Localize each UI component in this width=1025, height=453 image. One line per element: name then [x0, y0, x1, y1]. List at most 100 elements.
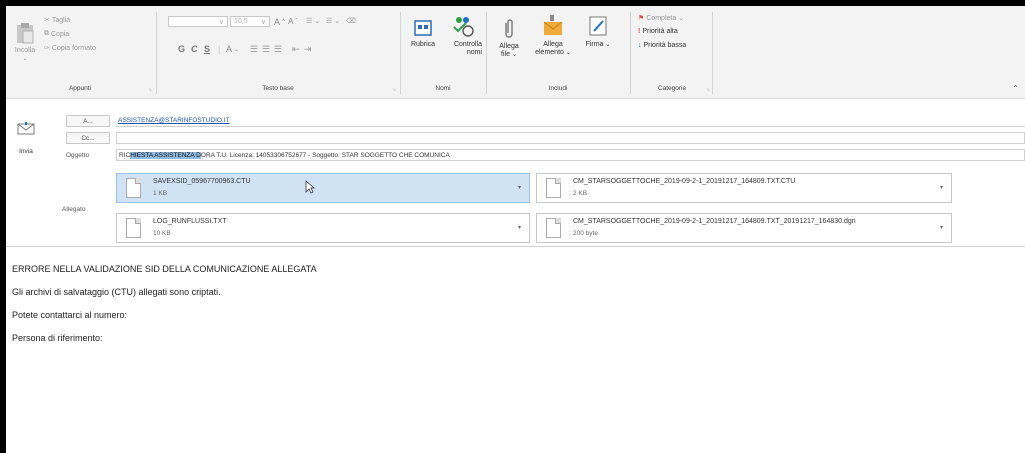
- indent-icon: ⇥: [304, 44, 312, 54]
- bold-button[interactable]: G: [178, 44, 185, 54]
- chevron-down-icon[interactable]: ▾: [940, 224, 943, 231]
- clipboard-group: Incolla ⌄ ✂ Taglia ⧉ Copia ✑ Copia formato …: [6, 8, 154, 94]
- followup-button[interactable]: ⚑ Completa ⌄: [638, 14, 684, 23]
- chevron-down-icon[interactable]: ▾: [518, 184, 521, 191]
- arrow-down-icon: ↓: [638, 42, 642, 49]
- mouse-cursor-icon: [305, 180, 315, 194]
- send-button[interactable]: Invia: [14, 118, 38, 160]
- launcher-icon[interactable]: ⌞: [149, 85, 152, 92]
- align-center-icon: ☰: [262, 44, 271, 54]
- exclamation-icon: !: [638, 28, 641, 35]
- chevron-down-icon: ∨: [218, 18, 224, 26]
- attach-file-button[interactable]: Allega file ⌄: [494, 18, 524, 59]
- file-icon: [126, 178, 141, 198]
- attach-item-button[interactable]: Allega elemento ⌄: [532, 14, 574, 57]
- shrink-font-button[interactable]: Aˇ: [288, 17, 297, 26]
- paste-icon: [17, 23, 34, 44]
- increase-indent-button[interactable]: ⇥: [304, 44, 312, 55]
- file-icon: [126, 218, 141, 238]
- eraser-icon: ⌫: [346, 18, 356, 25]
- check-names-button[interactable]: Controlla nomi: [442, 14, 484, 57]
- body-line: ERRORE NELLA VALIDAZIONE SID DELLA COMUN…: [12, 264, 317, 274]
- file-icon: [546, 218, 561, 238]
- basic-text-group-label: Testo base: [262, 85, 294, 92]
- bullets-button[interactable]: ☰ ⌄: [306, 17, 320, 25]
- paperclip-icon: [505, 19, 513, 38]
- chevron-down-icon: ∨: [260, 18, 266, 26]
- grow-font-button[interactable]: A ^: [274, 17, 285, 27]
- footer-area: [6, 427, 1025, 453]
- address-book-icon: [414, 20, 432, 36]
- attachment-item[interactable]: SAVEXSID_05967700963.CTU 1 KB ▾: [116, 173, 530, 203]
- outdent-icon: ⇤: [292, 44, 300, 54]
- divider: [712, 12, 713, 94]
- align-center-button[interactable]: ☰: [262, 44, 270, 55]
- copy-button[interactable]: ⧉ Copia: [44, 30, 69, 38]
- font-color-button[interactable]: A ⌄: [226, 44, 239, 54]
- envelope-attach-icon: [543, 15, 563, 35]
- names-group-label: Nomi: [435, 85, 451, 92]
- clear-formatting-button[interactable]: ⌫: [346, 17, 356, 25]
- chevron-down-icon[interactable]: ▾: [940, 184, 943, 191]
- cc-button[interactable]: Cc...: [66, 132, 110, 144]
- numbered-list-icon: ☰: [326, 18, 333, 25]
- divider: |: [218, 44, 221, 54]
- divider: [630, 12, 631, 94]
- copy-icon: ⧉: [44, 30, 49, 37]
- italic-button[interactable]: C: [191, 44, 198, 54]
- attachments-label: Allegato: [62, 206, 86, 213]
- include-group-label: Includi: [548, 85, 568, 92]
- subject-selection: HIESTA ASSISTENZA D: [130, 151, 201, 159]
- chevron-down-icon[interactable]: ⌄: [12, 55, 38, 63]
- file-icon: [546, 178, 561, 198]
- to-field[interactable]: ASSISTENZA@STARINFOSTUDIO.IT: [116, 115, 1025, 127]
- bullet-list-icon: ☰: [306, 18, 313, 25]
- tags-group-label: Categorie: [657, 85, 687, 92]
- font-name-select[interactable]: ∨: [168, 16, 228, 27]
- flag-icon: ⚑: [638, 15, 645, 22]
- basic-text-group: ∨ 10,5 ∨ A ^ Aˇ ☰ ⌄ ☰ ⌄ ⌫ G C S | A ⌄ ☰ ☰ ☰ …: [158, 8, 398, 94]
- align-left-icon: ☰: [250, 44, 259, 54]
- paste-button[interactable]: Incolla ⌄: [12, 22, 38, 63]
- body-line: Gli archivi di salvataggio (CTU) allegat…: [12, 287, 221, 297]
- align-right-button[interactable]: ☰: [274, 44, 282, 55]
- include-group: Allega file ⌄ Allega elemento ⌄ Firma ⌄: [488, 8, 628, 94]
- attachment-item[interactable]: CM_STARSOGGETTOCHE_2019-09-2-1_20191217_…: [536, 173, 952, 203]
- chevron-down-icon[interactable]: ▾: [518, 224, 521, 231]
- names-group: Rubrica Controlla nomi Nomi: [402, 8, 484, 94]
- subject-field[interactable]: RIC HIESTA ASSISTENZA D ORA T.U. Licenza: …: [116, 149, 1025, 161]
- launcher-icon[interactable]: ⌞: [393, 85, 396, 92]
- font-size-select[interactable]: 10,5 ∨: [230, 16, 270, 27]
- high-priority-button[interactable]: ! Priorità alta: [638, 28, 678, 35]
- brush-icon: ✑: [44, 45, 50, 52]
- body-line: Potete contattarci al numero:: [12, 310, 128, 320]
- signature-icon: [589, 16, 607, 36]
- address-book-button[interactable]: Rubrica: [404, 18, 442, 49]
- divider: [400, 12, 401, 94]
- align-left-button[interactable]: ☰: [250, 44, 258, 55]
- send-envelope-icon: [17, 122, 35, 135]
- decrease-indent-button[interactable]: ⇤: [292, 44, 300, 55]
- collapse-ribbon-icon[interactable]: ⌃: [1012, 84, 1019, 93]
- attachment-item[interactable]: LOG_RUNFLUSSI.TXT 10 KB ▾: [116, 213, 530, 243]
- low-priority-button[interactable]: ↓ Priorità bassa: [638, 42, 686, 49]
- align-right-icon: ☰: [274, 44, 283, 54]
- scissors-icon: ✂: [44, 17, 50, 24]
- numbering-button[interactable]: ☰ ⌄: [326, 17, 340, 25]
- message-body[interactable]: ERRORE NELLA VALIDAZIONE SID DELLA COMUN…: [6, 247, 1025, 427]
- clipboard-group-label: Appunti: [68, 85, 92, 92]
- to-button[interactable]: A...: [66, 115, 110, 127]
- format-painter-button[interactable]: ✑ Copia formato: [44, 44, 96, 53]
- attachment-item[interactable]: CM_STARSOGGETTOCHE_2019-09-2-1_20191217_…: [536, 213, 952, 243]
- compose-window: Incolla ⌄ ✂ Taglia ⧉ Copia ✑ Copia formato …: [6, 6, 1025, 453]
- underline-button[interactable]: S: [204, 44, 210, 54]
- cc-field[interactable]: [116, 132, 1025, 144]
- ribbon: Incolla ⌄ ✂ Taglia ⧉ Copia ✑ Copia formato …: [6, 6, 1025, 99]
- cut-button[interactable]: ✂ Taglia: [44, 16, 70, 25]
- signature-button[interactable]: Firma ⌄: [578, 14, 618, 49]
- divider: [486, 12, 487, 94]
- divider: [156, 12, 157, 94]
- tags-group: ⚑ Completa ⌄ ! Priorità alta ↓ Priorità bass…: [632, 8, 712, 94]
- subject-label: Oggetto: [66, 152, 90, 159]
- launcher-icon[interactable]: ⌞: [707, 85, 710, 92]
